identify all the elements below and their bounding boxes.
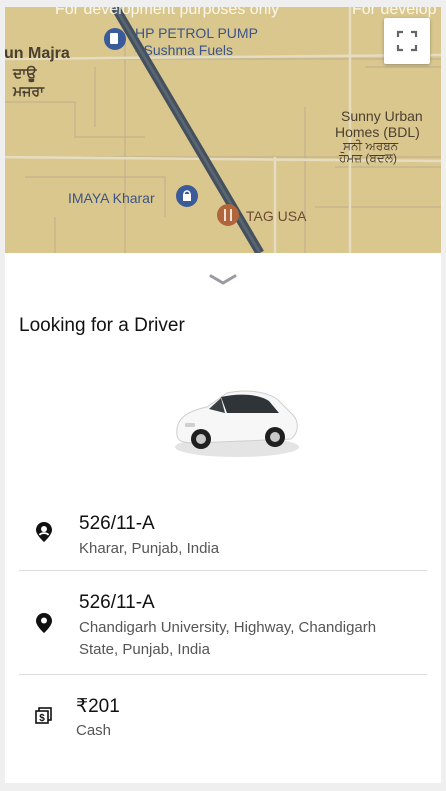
pickup-pin-icon [36, 522, 52, 542]
map-label-homes: Sunny Urban [341, 108, 423, 124]
cash-icon: $ [35, 707, 52, 724]
pickup-title: 526/11-A [79, 513, 155, 534]
app-frame: For development purposes only For develo… [5, 7, 441, 783]
imaya-marker [176, 185, 198, 207]
dropoff-pin-icon [36, 613, 52, 633]
pickup-address: Kharar, Punjab, India [79, 540, 220, 557]
page-title: Looking for a Driver [19, 315, 185, 336]
map-view[interactable]: For development purposes only For develo… [5, 7, 441, 253]
fullscreen-button[interactable] [384, 18, 430, 64]
dropoff-address-line1: Chandigarh University, Highway, Chandiga… [79, 619, 377, 636]
pickup-location-row[interactable]: 526/11-A Kharar, Punjab, India [19, 503, 427, 569]
dropoff-location-row[interactable]: 526/11-A Chandigarh University, Highway,… [19, 582, 427, 674]
map-label-village-pa-2: ਮਜਰਾ [13, 83, 45, 99]
restaurant-marker [217, 204, 239, 226]
car-image [165, 383, 305, 468]
map-label-homes-2: Homes (BDL) [335, 124, 420, 140]
collapse-sheet-button[interactable] [209, 273, 237, 292]
map-label-village: un Majra [5, 45, 70, 62]
map-dev-watermark: For development purposes only [55, 7, 280, 18]
map-label-tag: TAG USA [246, 208, 307, 224]
map-label-village-pa: ਦਾਊ [13, 65, 37, 81]
chevron-down-icon [209, 274, 237, 285]
divider [19, 674, 427, 675]
payment-row[interactable]: $ ₹201 Cash [19, 685, 427, 755]
dropoff-title: 526/11-A [79, 592, 155, 613]
dropoff-address-line2: State, Punjab, India [79, 641, 210, 658]
map-label-petrol: HP PETROL PUMP [135, 25, 258, 41]
divider [19, 570, 427, 571]
map-label-homes-pa-2: ਹੋਮਜ਼ (ਬਦਲ) [339, 151, 397, 165]
payment-amount: ₹201 [76, 696, 120, 717]
payment-method: Cash [76, 722, 112, 739]
map-label-imaya: IMAYA Kharar [68, 190, 155, 206]
svg-text:$: $ [39, 713, 45, 724]
fullscreen-icon [396, 30, 418, 52]
map-label-petrol-2: - Sushma Fuels [135, 42, 234, 58]
petrol-pump-marker [104, 28, 126, 50]
